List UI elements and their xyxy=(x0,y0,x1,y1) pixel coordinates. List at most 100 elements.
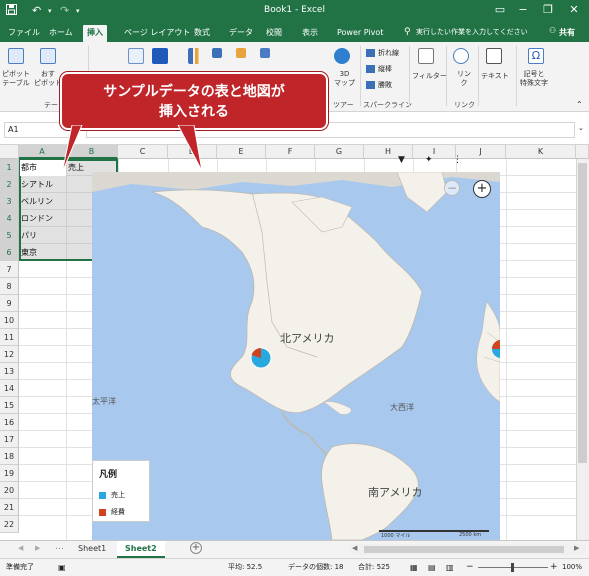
row-header[interactable]: 4 xyxy=(0,210,19,227)
column-header[interactable]: J xyxy=(456,145,506,159)
row-header[interactable]: 16 xyxy=(0,414,19,431)
row-header[interactable]: 1 xyxy=(0,159,19,176)
recommended-pivot-icon[interactable] xyxy=(40,48,56,64)
row-header[interactable]: 17 xyxy=(0,431,19,448)
normal-view-icon[interactable]: ▦ xyxy=(410,559,418,576)
tab-review[interactable]: 校閲 xyxy=(262,25,286,42)
cell-a5[interactable]: パリ xyxy=(19,227,66,244)
zoom-in-button[interactable]: + xyxy=(473,180,491,198)
omega-icon[interactable]: Ω xyxy=(528,48,544,64)
row-header[interactable]: 14 xyxy=(0,380,19,397)
restore-button[interactable]: ❐ xyxy=(537,3,559,16)
row-header[interactable]: 18 xyxy=(0,448,19,465)
tab-formulas[interactable]: 数式 xyxy=(190,25,214,42)
tell-me-box[interactable]: 実行したい作業を入力してください xyxy=(416,27,528,37)
tab-insert[interactable]: 挿入 xyxy=(83,25,107,42)
zoom-in-icon[interactable]: + xyxy=(550,559,558,576)
page-break-view-icon[interactable]: ▥ xyxy=(446,559,454,576)
text-icon[interactable] xyxy=(486,48,502,64)
scroll-right-icon[interactable]: ▶ xyxy=(574,544,579,552)
sheet-tab-sheet1[interactable]: Sheet1 xyxy=(70,541,114,558)
collapse-ribbon-icon[interactable]: ⌃ xyxy=(576,100,583,109)
column-header[interactable]: I xyxy=(413,145,456,159)
zoom-slider-thumb[interactable] xyxy=(511,563,514,572)
text-label[interactable]: テキスト xyxy=(481,72,509,81)
column-header[interactable]: H xyxy=(364,145,413,159)
column-header[interactable]: E xyxy=(217,145,266,159)
share-icon[interactable]: ⚇ xyxy=(549,26,556,35)
column-header[interactable]: F xyxy=(266,145,315,159)
next-sheet-icon[interactable]: ▶ xyxy=(35,544,40,552)
row-header[interactable]: 21 xyxy=(0,499,19,516)
recommended-pivot-label[interactable]: おす ピボット xyxy=(34,70,62,88)
minimize-button[interactable]: − xyxy=(512,3,534,16)
column-header[interactable]: A xyxy=(19,145,66,159)
zoom-out-button[interactable]: − xyxy=(444,180,460,196)
pie-chart-icon[interactable] xyxy=(260,48,270,58)
zoom-out-icon[interactable]: − xyxy=(466,559,474,576)
sheet-tab-sheet2[interactable]: Sheet2 xyxy=(117,541,165,558)
row-header[interactable]: 6 xyxy=(0,244,19,261)
3d-map-label[interactable]: 3D マップ xyxy=(334,70,355,88)
line-chart-icon[interactable] xyxy=(236,48,246,58)
sparkline-winloss-button[interactable]: 勝敗 xyxy=(366,80,392,90)
tab-view[interactable]: 表示 xyxy=(298,25,322,42)
column-header[interactable]: G xyxy=(315,145,364,159)
pivot-table-label[interactable]: ピボット テーブル xyxy=(2,70,30,88)
slicer-icon[interactable] xyxy=(418,48,434,64)
link-icon[interactable] xyxy=(453,48,469,64)
row-header[interactable]: 13 xyxy=(0,363,19,380)
row-header[interactable]: 12 xyxy=(0,346,19,363)
row-header[interactable]: 22 xyxy=(0,516,19,533)
cell-a3[interactable]: ベルリン xyxy=(19,193,66,210)
store-icon[interactable] xyxy=(152,48,168,64)
cell-a2[interactable]: シアトル xyxy=(19,176,66,193)
add-sheet-button[interactable]: + xyxy=(190,542,202,554)
row-header[interactable]: 8 xyxy=(0,278,19,295)
close-button[interactable]: ✕ xyxy=(563,3,585,16)
filter-map-icon[interactable]: ▼ xyxy=(398,155,405,165)
filter-label[interactable]: フィルター xyxy=(412,72,447,81)
row-header[interactable]: 15 xyxy=(0,397,19,414)
tab-power-pivot[interactable]: Power Pivot xyxy=(333,25,387,42)
row-header[interactable]: 5 xyxy=(0,227,19,244)
scrollbar-thumb[interactable] xyxy=(578,163,587,463)
page-layout-view-icon[interactable]: ▤ xyxy=(428,559,436,576)
pie-marker-seattle[interactable] xyxy=(249,346,273,370)
row-header[interactable]: 10 xyxy=(0,312,19,329)
tab-file[interactable]: ファイル xyxy=(4,25,44,42)
row-header[interactable]: 7 xyxy=(0,261,19,278)
select-all-corner[interactable] xyxy=(0,145,19,159)
tab-home[interactable]: ホーム xyxy=(45,25,77,42)
macro-record-icon[interactable]: ▣ xyxy=(58,559,66,576)
map-chart[interactable]: 北アメリカ 南アメリカ 太平洋 大西洋 − + 1000 マイル 2500 km xyxy=(92,172,500,540)
ribbon-options-icon[interactable]: ▭ xyxy=(489,3,511,16)
map-more-icon[interactable]: ⋮ xyxy=(453,155,462,165)
cell-a6[interactable]: 東京 xyxy=(19,244,66,261)
expand-formula-icon[interactable]: ⌄ xyxy=(578,124,584,132)
row-header[interactable]: 9 xyxy=(0,295,19,312)
sparkline-column-button[interactable]: 縦棒 xyxy=(366,64,392,74)
row-header[interactable]: 20 xyxy=(0,482,19,499)
sparkline-line-button[interactable]: 折れ線 xyxy=(366,48,399,58)
more-sheets-icon[interactable]: … xyxy=(55,542,64,552)
row-header[interactable]: 19 xyxy=(0,465,19,482)
3d-map-icon[interactable] xyxy=(334,48,350,64)
row-header[interactable]: 3 xyxy=(0,193,19,210)
pivot-table-icon[interactable] xyxy=(8,48,24,64)
map-style-icon[interactable]: ✦ xyxy=(425,155,433,165)
tab-page-layout[interactable]: ページ レイアウト xyxy=(120,25,194,42)
scrollbar-thumb[interactable] xyxy=(364,546,564,553)
recommended-charts-icon[interactable] xyxy=(188,48,204,64)
share-button[interactable]: 共有 xyxy=(559,27,575,38)
link-label[interactable]: リン ク xyxy=(457,70,471,88)
column-chart-icon[interactable] xyxy=(212,48,222,58)
symbols-label[interactable]: 記号と 特殊文字 xyxy=(520,70,548,88)
zoom-level[interactable]: 100% xyxy=(562,559,582,576)
row-header[interactable]: 11 xyxy=(0,329,19,346)
prev-sheet-icon[interactable]: ◀ xyxy=(18,544,23,552)
scroll-left-icon[interactable]: ◀ xyxy=(352,544,357,552)
column-header[interactable]: K xyxy=(506,145,576,159)
pie-marker-europe[interactable] xyxy=(490,338,500,358)
tab-data[interactable]: データ xyxy=(225,25,257,42)
